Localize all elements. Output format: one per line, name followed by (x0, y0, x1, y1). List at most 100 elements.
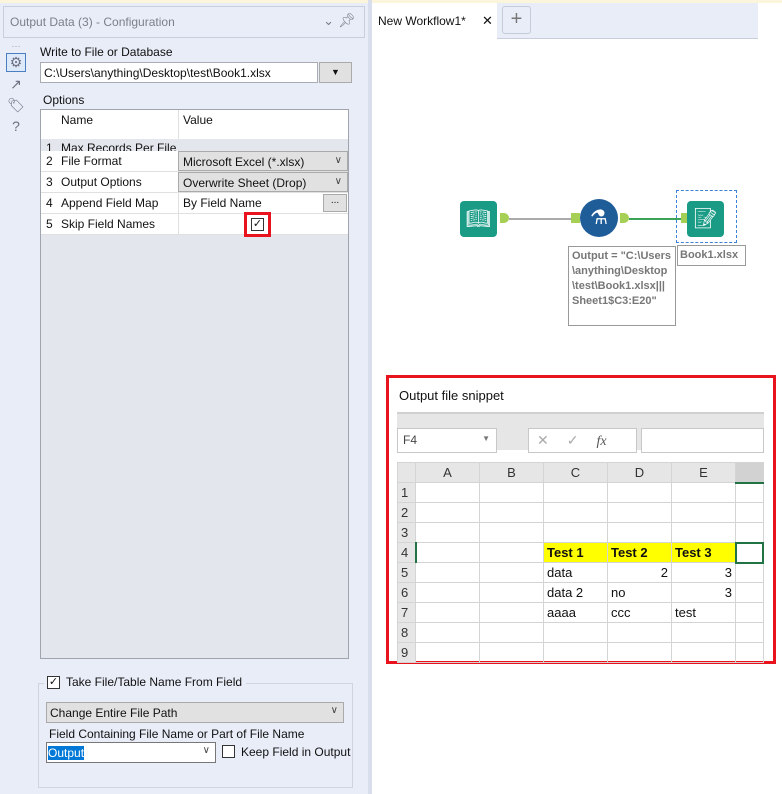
row-header[interactable]: 5 (397, 562, 416, 583)
cell[interactable] (735, 562, 764, 583)
cell[interactable]: no (607, 582, 672, 603)
cell[interactable]: 3 (671, 582, 736, 603)
keep-field-checkbox[interactable] (222, 745, 235, 758)
skip-field-names-checkbox[interactable]: ✓ (251, 218, 264, 231)
cell[interactable] (671, 622, 736, 643)
cell[interactable]: aaaa (543, 602, 608, 623)
cell[interactable] (415, 622, 480, 643)
cell[interactable] (415, 482, 480, 503)
chevron-down-icon[interactable]: ⌄ (323, 13, 334, 29)
cell[interactable]: data (543, 562, 608, 583)
column-header[interactable]: C (543, 462, 608, 483)
row-header[interactable]: 2 (397, 502, 416, 523)
cell[interactable]: ccc (607, 602, 672, 623)
cell[interactable] (415, 602, 480, 623)
connection-icon[interactable]: ↗ (6, 76, 26, 93)
cell[interactable] (543, 482, 608, 503)
column-header[interactable]: B (479, 462, 544, 483)
cell[interactable] (735, 482, 764, 503)
cell[interactable] (479, 542, 544, 563)
cell[interactable] (479, 562, 544, 583)
cell[interactable] (415, 522, 480, 543)
select-all-corner[interactable] (397, 462, 416, 483)
cell[interactable] (479, 622, 544, 643)
cell[interactable] (735, 642, 764, 663)
cell[interactable] (735, 622, 764, 643)
cell[interactable] (607, 622, 672, 643)
gear-icon[interactable]: ⚙ (6, 53, 26, 72)
cell[interactable] (415, 502, 480, 523)
row-header[interactable]: 4 (397, 542, 417, 563)
table-row[interactable]: 1 Max Records Per File (41, 130, 348, 155)
help-icon[interactable]: ? (6, 118, 26, 134)
cell[interactable] (607, 482, 672, 503)
output-tool-document-icon[interactable]: 📝︎ (687, 201, 724, 237)
tag-icon[interactable]: 🏷︎ (6, 97, 26, 114)
cell[interactable] (735, 522, 764, 543)
add-tab-button[interactable]: + (502, 6, 531, 34)
cell[interactable] (607, 502, 672, 523)
take-name-checkbox[interactable]: ✓ (47, 675, 60, 689)
cell[interactable] (415, 542, 480, 563)
cell[interactable]: Test 3 (671, 542, 736, 563)
cell[interactable] (671, 522, 736, 543)
cell[interactable]: 2 (607, 562, 672, 583)
cell[interactable] (479, 642, 544, 663)
input-anchor[interactable] (571, 213, 580, 223)
column-header[interactable]: A (415, 462, 480, 483)
cell[interactable] (543, 622, 608, 643)
cell[interactable] (671, 642, 736, 663)
file-format-select[interactable]: Microsoft Excel (*.xlsx) ∨ (178, 151, 348, 171)
formula-tool-flask-icon[interactable]: ⚗ (580, 199, 618, 237)
input-tool-book-icon[interactable]: 📖︎ (460, 201, 497, 237)
tab-new-workflow[interactable]: New Workflow1* ✕ (372, 3, 497, 40)
row-header[interactable]: 7 (397, 602, 416, 623)
cell[interactable]: test (671, 602, 736, 623)
cell[interactable] (543, 502, 608, 523)
column-header[interactable]: E (671, 462, 736, 483)
path-dropdown-button[interactable]: ▼ (319, 62, 352, 83)
table-row[interactable]: 2 File Format Microsoft Excel (*.xlsx) ∨ (41, 151, 348, 172)
name-box[interactable]: F4 ▼ (397, 428, 497, 453)
row-header[interactable]: 3 (397, 522, 416, 543)
cell[interactable] (734, 541, 764, 564)
row-header[interactable]: 6 (397, 582, 416, 603)
table-row[interactable]: 5 Skip Field Names ✓ (41, 212, 348, 237)
cell[interactable] (479, 502, 544, 523)
pin-icon[interactable]: 📌︎ (338, 12, 356, 29)
cell[interactable] (735, 502, 764, 523)
cell[interactable] (735, 582, 764, 603)
cell[interactable] (479, 582, 544, 603)
cell[interactable] (607, 522, 672, 543)
cell[interactable] (607, 642, 672, 663)
row-header[interactable]: 1 (397, 482, 416, 503)
cell[interactable] (543, 522, 608, 543)
output-anchor[interactable] (500, 213, 509, 223)
cell[interactable] (671, 502, 736, 523)
cell[interactable] (415, 642, 480, 663)
cell[interactable]: Test 2 (607, 542, 672, 563)
cell[interactable]: data 2 (543, 582, 608, 603)
cell[interactable] (479, 482, 544, 503)
workflow-canvas[interactable]: New Workflow1* ✕ + 📖︎ ⚗ 📝︎ Output = "C:\… (372, 0, 782, 794)
cell[interactable] (543, 642, 608, 663)
cell[interactable] (671, 482, 736, 503)
cell[interactable]: Test 1 (543, 542, 608, 563)
table-row[interactable]: 4 Append Field Map By Field Name ... (41, 193, 348, 214)
column-header[interactable]: D (607, 462, 672, 483)
mode-select[interactable]: Change Entire File Path ∨ (46, 702, 344, 723)
row-header[interactable]: 9 (397, 642, 416, 663)
fx-icon[interactable]: fx (596, 434, 606, 449)
field-map-button[interactable]: ... (323, 194, 347, 212)
column-header[interactable] (735, 462, 764, 484)
table-row[interactable]: 3 Output Options Overwrite Sheet (Drop) ∨ (41, 172, 348, 193)
cell[interactable] (479, 522, 544, 543)
cell[interactable] (415, 582, 480, 603)
cell[interactable] (735, 602, 764, 623)
cell[interactable]: 3 (671, 562, 736, 583)
output-anchor[interactable] (620, 213, 629, 223)
output-options-select[interactable]: Overwrite Sheet (Drop) ∨ (178, 172, 348, 192)
close-icon[interactable]: ✕ (482, 13, 493, 29)
field-select[interactable]: Output ∨ (46, 742, 216, 763)
cell[interactable] (415, 562, 480, 583)
